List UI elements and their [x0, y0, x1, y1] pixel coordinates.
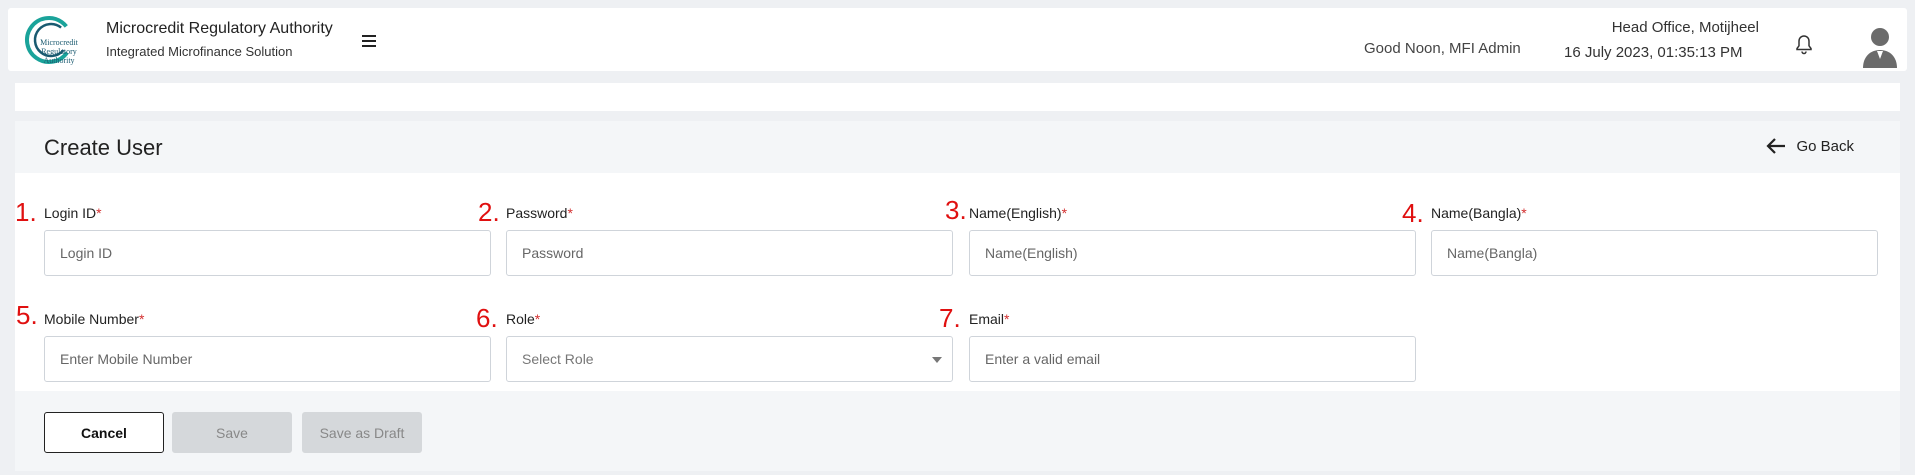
save-button[interactable]: Save [172, 412, 292, 453]
user-avatar-icon[interactable] [1860, 24, 1900, 68]
password-label: Password* [506, 205, 573, 221]
annotation-5: 5. [16, 300, 38, 330]
name-english-label: Name(English)* [969, 205, 1068, 221]
create-user-card: Create User Go Back 1. 2. 3. 4. 5. 6. 7.… [15, 121, 1900, 471]
annotation-2: 2. [478, 197, 500, 227]
app-subtitle: Integrated Microfinance Solution [106, 44, 293, 59]
save-as-draft-button[interactable]: Save as Draft [302, 412, 422, 453]
annotation-6: 6. [476, 303, 498, 333]
role-label: Role* [506, 311, 541, 327]
annotation-3: 3. [945, 195, 967, 225]
name-bangla-input[interactable] [1431, 230, 1878, 276]
logo-text: Microcredit Regulatory Authority [40, 38, 78, 65]
office-name: Head Office, Motijheel [1611, 19, 1759, 36]
role-select-placeholder: Select Role [522, 351, 594, 367]
chevron-down-icon [932, 357, 942, 363]
greeting-text: Good Noon, MFI Admin [1364, 40, 1521, 57]
annotation-1: 1. [15, 197, 37, 227]
menu-icon[interactable] [362, 35, 376, 47]
card-header: Create User Go Back [15, 121, 1900, 173]
notification-bell-icon[interactable] [1792, 33, 1816, 57]
sub-header-bar [15, 83, 1900, 111]
mobile-number-input[interactable] [44, 336, 491, 382]
form-actions: Cancel Save Save as Draft [15, 391, 1900, 471]
login-id-label: Login ID* [44, 205, 102, 221]
current-datetime: 16 July 2023, 01:35:13 PM [1564, 44, 1743, 61]
top-header: Microcredit Regulatory Authority Microcr… [8, 8, 1907, 71]
email-input[interactable] [969, 336, 1416, 382]
annotation-4: 4. [1402, 198, 1424, 228]
name-english-input[interactable] [969, 230, 1416, 276]
page-title: Create User [44, 135, 163, 160]
annotation-7: 7. [939, 303, 961, 333]
role-select[interactable]: Select Role [506, 336, 953, 382]
name-bangla-label: Name(Bangla)* [1431, 205, 1527, 221]
email-label: Email* [969, 311, 1010, 327]
mra-logo: Microcredit Regulatory Authority [23, 14, 83, 66]
go-back-button[interactable]: Go Back [1766, 137, 1854, 155]
login-id-input[interactable] [44, 230, 491, 276]
app-title: Microcredit Regulatory Authority [106, 20, 333, 37]
cancel-button[interactable]: Cancel [44, 412, 164, 453]
mobile-number-label: Mobile Number* [44, 311, 145, 327]
arrow-left-icon [1766, 138, 1786, 154]
go-back-label: Go Back [1796, 137, 1854, 155]
password-input[interactable] [506, 230, 953, 276]
